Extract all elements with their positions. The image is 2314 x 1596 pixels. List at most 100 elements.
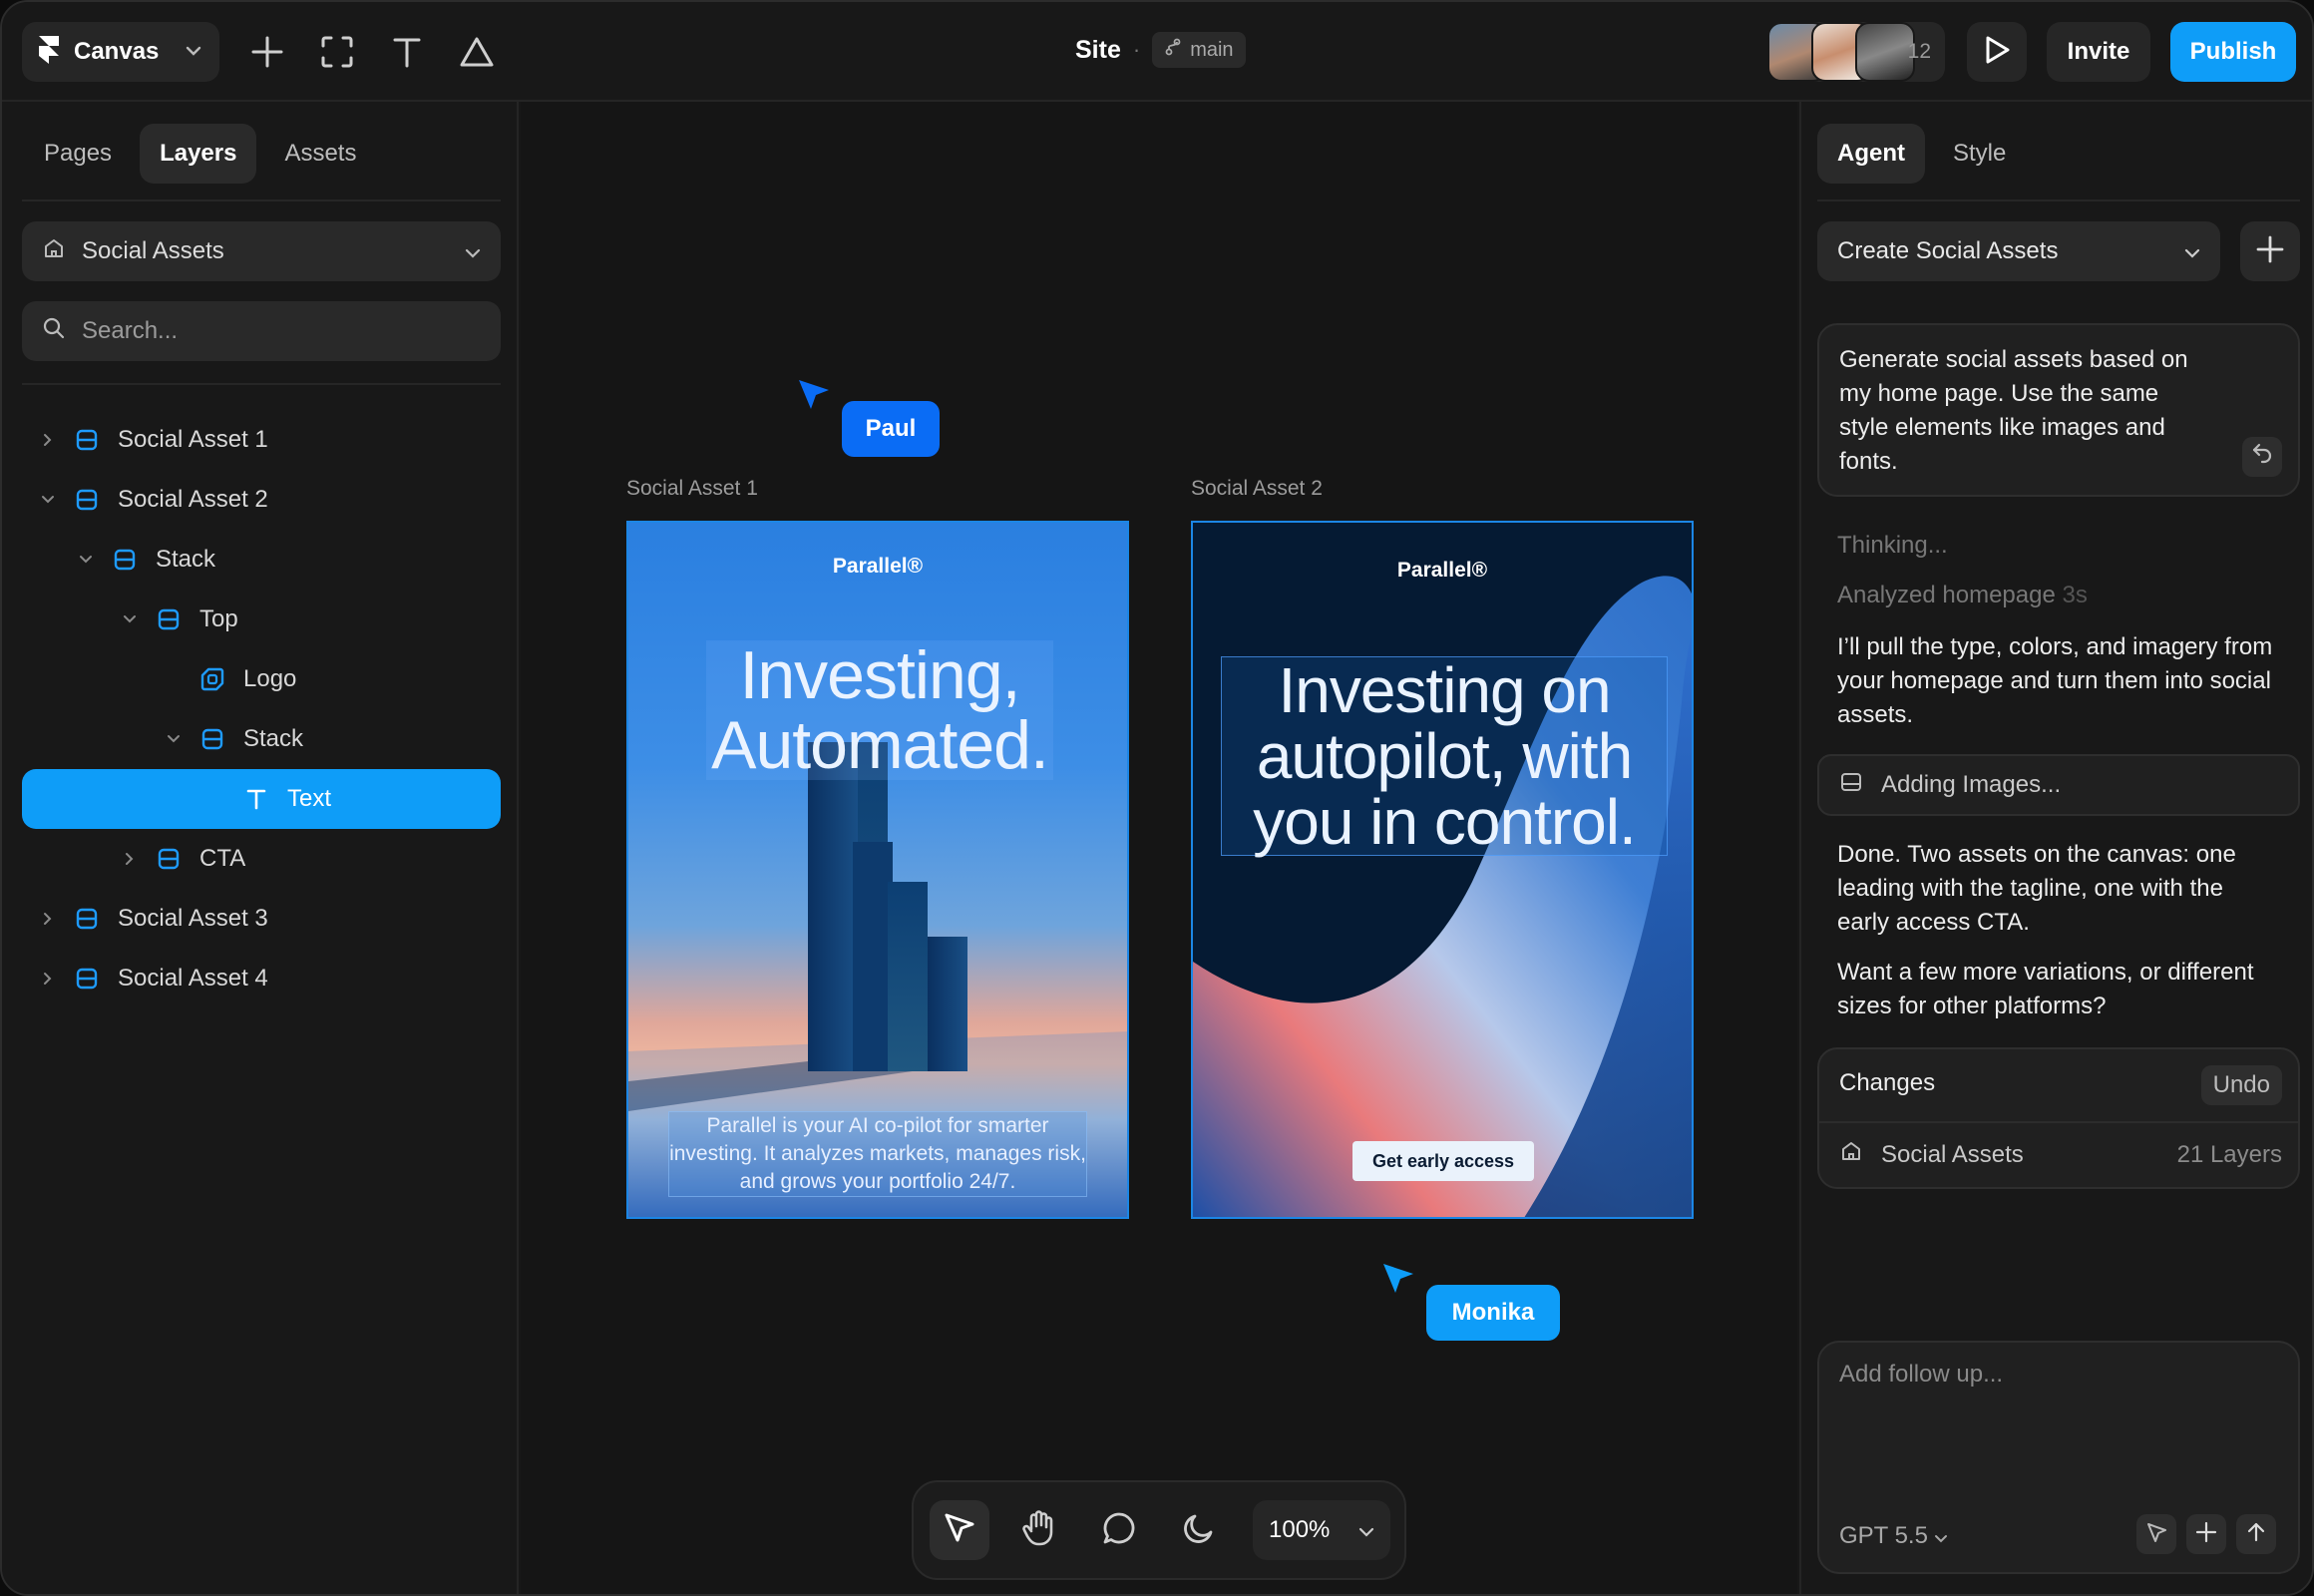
headline-line: Investing on (1278, 654, 1611, 726)
insert-plus-icon[interactable] (245, 30, 289, 74)
stack-layer-icon (199, 726, 225, 752)
zoom-select[interactable]: 100% (1253, 1500, 1390, 1560)
hand-tool-button[interactable] (1009, 1500, 1069, 1560)
model-selector[interactable]: GPT 5.5 (1839, 1522, 1948, 1550)
chevron-down-icon (2184, 237, 2200, 265)
invite-button[interactable]: Invite (2047, 22, 2150, 82)
layer-row-text[interactable]: Text (22, 769, 501, 829)
comment-icon (1101, 1510, 1137, 1551)
pointer-icon (942, 1510, 977, 1551)
layer-row-social-asset-1[interactable]: Social Asset 1 (22, 410, 501, 470)
text-tool-icon[interactable] (385, 30, 429, 74)
site-title: Site (1075, 35, 1121, 64)
layer-search[interactable]: Search... (22, 301, 501, 361)
comment-tool-button[interactable] (1089, 1500, 1149, 1560)
chevron-down-icon (186, 43, 201, 61)
headline-line: Investing, (739, 637, 1020, 713)
status-analyzed-time: 3s (2062, 582, 2088, 608)
chevron-right-icon[interactable] (38, 969, 58, 989)
publish-button[interactable]: Publish (2170, 22, 2296, 82)
task-selector[interactable]: Create Social Assets (1817, 221, 2220, 281)
select-tool-button[interactable] (930, 1500, 989, 1560)
play-icon (1982, 34, 2012, 71)
send-button[interactable] (2236, 1514, 2276, 1554)
revert-button[interactable] (2242, 437, 2282, 477)
divider (22, 200, 501, 201)
progress-step-label: Adding Images... (1881, 771, 2062, 798)
agent-reply: Done. Two assets on the canvas: one lead… (1837, 841, 2236, 936)
select-element-button[interactable] (2136, 1514, 2176, 1554)
left-tabs: Pages Layers Assets (24, 124, 376, 184)
layer-name: Logo (243, 665, 297, 692)
layer-row-logo[interactable]: Logo (22, 649, 501, 709)
branch-name: main (1190, 38, 1234, 61)
divider (1817, 200, 2300, 201)
tab-style[interactable]: Style (1933, 124, 2026, 184)
right-tabs: Agent Style (1817, 124, 2026, 184)
chevron-down-icon[interactable] (120, 609, 140, 629)
chevron-right-icon[interactable] (120, 849, 140, 869)
undo-button[interactable]: Undo (2200, 1065, 2282, 1105)
attach-button[interactable] (2186, 1514, 2226, 1554)
frame-label[interactable]: Social Asset 2 (1191, 477, 1323, 501)
tab-pages[interactable]: Pages (24, 124, 132, 184)
frame-layer-icon (74, 487, 100, 513)
layer-name: Social Asset 4 (118, 965, 268, 992)
branch-badge[interactable]: main (1152, 32, 1246, 68)
theme-toggle-button[interactable] (1169, 1500, 1229, 1560)
headline-text[interactable]: Investing on autopilot, with you in cont… (1221, 656, 1668, 856)
cursor-label-paul: Paul (842, 401, 940, 457)
change-item[interactable]: Social Assets 21 Layers (1839, 1139, 2282, 1170)
collaborators[interactable]: 12 (1767, 22, 1945, 82)
layer-row-social-asset-3[interactable]: Social Asset 3 (22, 889, 501, 949)
social-asset-2-frame[interactable]: Parallel® Investing on autopilot, with y… (1191, 521, 1694, 1219)
layer-row-top[interactable]: Top (22, 590, 501, 649)
zoom-value: 100% (1269, 1516, 1331, 1543)
new-task-button[interactable] (2240, 221, 2300, 281)
layer-row-stack[interactable]: Stack (22, 530, 501, 590)
canvas[interactable]: Paul Social Asset 1 Social Asset 2 Paral… (521, 102, 1797, 1594)
frame-layer-icon (74, 966, 100, 992)
frame-label[interactable]: Social Asset 1 (626, 477, 758, 501)
change-item-label: Social Assets (1881, 1140, 2024, 1168)
layer-row-stack-inner[interactable]: Stack (22, 709, 501, 769)
chevron-right-icon[interactable] (38, 909, 58, 929)
layer-row-cta[interactable]: CTA (22, 829, 501, 889)
frame-tool-icon[interactable] (315, 30, 359, 74)
changes-title: Changes (1839, 1069, 1936, 1096)
headline-text[interactable]: Investing, Automated. (706, 640, 1053, 780)
chevron-down-icon[interactable] (76, 550, 96, 570)
headline-line: you in control. (1253, 786, 1636, 858)
chevron-down-icon[interactable] (164, 729, 184, 749)
body-copy[interactable]: Parallel is your AI co-pilot for smarter… (668, 1111, 1087, 1197)
followup-input[interactable]: Add follow up... GPT 5.5 (1817, 1341, 2300, 1574)
moon-icon (1181, 1510, 1217, 1551)
search-placeholder: Search... (82, 317, 179, 344)
cursor-arrow-icon (1380, 1261, 1416, 1302)
preview-button[interactable] (1967, 22, 2027, 82)
cta-button[interactable]: Get early access (1352, 1141, 1534, 1181)
project-menu-button[interactable]: Canvas (22, 22, 219, 82)
brand-logo: Parallel® (1396, 559, 1488, 582)
site-title-area: Site · main (1075, 32, 1246, 68)
stack-layer-icon (112, 547, 138, 573)
chevron-down-icon[interactable] (38, 490, 58, 510)
cursor-label-monika: Monika (1426, 1285, 1560, 1341)
page-selector[interactable]: Social Assets (22, 221, 501, 281)
layer-row-social-asset-4[interactable]: Social Asset 4 (22, 949, 501, 1008)
social-asset-1-frame[interactable]: Parallel® Investing, Automated. Parallel… (626, 521, 1129, 1219)
vector-tool-icon[interactable] (455, 30, 499, 74)
plus-icon (2194, 1520, 2218, 1549)
agent-reply: I’ll pull the type, colors, and imagery … (1837, 633, 2273, 728)
chevron-right-icon[interactable] (38, 430, 58, 450)
tab-assets[interactable]: Assets (264, 124, 376, 184)
tab-layers[interactable]: Layers (140, 124, 257, 184)
component-layer-icon (199, 666, 225, 692)
chevron-down-icon (1934, 1522, 1948, 1550)
text-layer-icon (243, 786, 269, 812)
layer-row-social-asset-2[interactable]: Social Asset 2 (22, 470, 501, 530)
tab-agent[interactable]: Agent (1817, 124, 1925, 184)
progress-step: Adding Images... (1817, 754, 2300, 816)
